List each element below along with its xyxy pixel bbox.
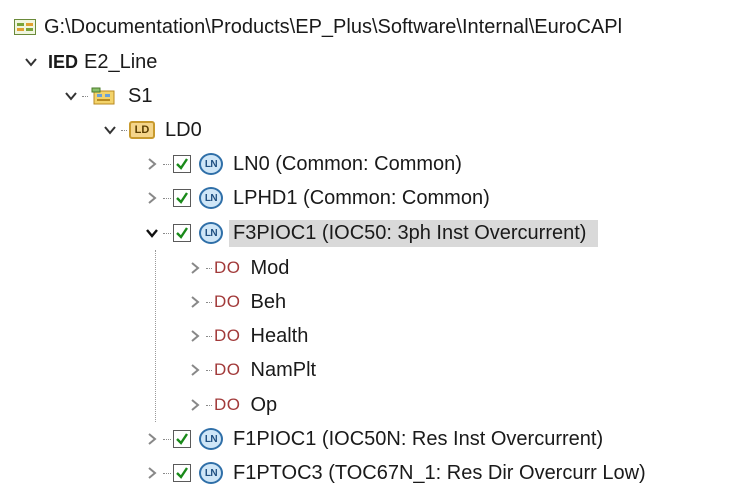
logical-node-icon: LN	[199, 187, 223, 209]
ld-label: LD0	[165, 118, 202, 141]
tree-item-ln[interactable]: LN LN0 (Common: Common)	[143, 147, 462, 181]
tree-connector	[121, 129, 127, 131]
ln-label: F1PIOC1 (IOC50N: Res Inst Overcurrent)	[233, 427, 604, 450]
tree-item-server[interactable]: S1	[62, 79, 152, 113]
logical-node-icon: LN	[199, 153, 223, 175]
tree-connector	[163, 232, 171, 234]
logical-device-icon: LD	[129, 121, 155, 139]
data-object-tag: DO	[214, 360, 241, 379]
tree-item-do[interactable]: DO Mod	[186, 251, 289, 285]
checkbox[interactable]	[173, 155, 191, 173]
server-label: S1	[128, 84, 153, 107]
tree-connector	[206, 267, 212, 269]
tree-item-ln[interactable]: LN F1PTOC3 (TOC67N_1: Res Dir Overcurr L…	[143, 456, 646, 490]
chevron-right-icon[interactable]	[186, 259, 204, 277]
tree-connector	[163, 438, 171, 440]
checkbox[interactable]	[173, 224, 191, 242]
data-object-tag: DO	[214, 326, 241, 345]
logical-node-icon: LN	[199, 222, 223, 244]
tree-connector	[163, 197, 171, 199]
folder-path-icon	[14, 19, 36, 35]
chevron-down-icon[interactable]	[101, 121, 119, 139]
ln-label: F1PTOC3 (TOC67N_1: Res Dir Overcurr Low)	[233, 461, 646, 484]
tree-item-do[interactable]: DO Op	[186, 388, 277, 422]
data-object-tag: DO	[214, 258, 241, 277]
checkbox[interactable]	[173, 189, 191, 207]
chevron-right-icon[interactable]	[143, 430, 161, 448]
tree-item-ln[interactable]: LN LPHD1 (Common: Common)	[143, 181, 490, 215]
ied-label: E2_Line	[84, 50, 158, 73]
ln-label: LPHD1 (Common: Common)	[233, 186, 490, 209]
do-label: Beh	[250, 290, 287, 313]
do-label: Op	[250, 393, 278, 416]
checkbox[interactable]	[173, 430, 191, 448]
tree-connector	[82, 95, 88, 97]
data-object-tag: DO	[214, 395, 241, 414]
chevron-right-icon[interactable]	[143, 155, 161, 173]
path-label: G:\Documentation\Products\EP_Plus\Softwa…	[44, 15, 623, 38]
tree-item-do[interactable]: DO Health	[186, 319, 308, 353]
tree-item-ld[interactable]: LD LD0	[101, 113, 202, 147]
ln-label: F3PIOC1 (IOC50: 3ph Inst Overcurrent)	[229, 219, 599, 247]
ied-tag: IED	[48, 51, 79, 72]
tree-item-ied[interactable]: IED E2_Line	[22, 45, 157, 79]
tree-connector	[206, 404, 212, 406]
tree-item-ln-selected[interactable]: LN F3PIOC1 (IOC50: 3ph Inst Overcurrent)	[143, 216, 599, 250]
chevron-right-icon[interactable]	[143, 464, 161, 482]
path-row[interactable]: G:\Documentation\Products\EP_Plus\Softwa…	[14, 10, 622, 44]
chevron-right-icon[interactable]	[186, 327, 204, 345]
tree-connector	[206, 335, 212, 337]
tree-item-do[interactable]: DO Beh	[186, 285, 286, 319]
chevron-down-icon[interactable]	[62, 87, 80, 105]
data-object-tag: DO	[214, 292, 241, 311]
chevron-down-icon[interactable]	[22, 53, 40, 71]
chevron-down-icon[interactable]	[143, 224, 161, 242]
server-icon	[90, 85, 118, 107]
tree-connector	[163, 472, 171, 474]
logical-node-icon: LN	[199, 428, 223, 450]
tree-connector	[163, 163, 171, 165]
do-label: Mod	[250, 256, 290, 279]
tree-item-do[interactable]: DO NamPlt	[186, 353, 316, 387]
tree-item-ln[interactable]: LN F1PIOC1 (IOC50N: Res Inst Overcurrent…	[143, 422, 603, 456]
tree-connector	[206, 301, 212, 303]
checkbox[interactable]	[173, 464, 191, 482]
logical-node-icon: LN	[199, 462, 223, 484]
chevron-right-icon[interactable]	[143, 189, 161, 207]
tree-connector	[206, 369, 212, 371]
do-label: Health	[250, 324, 309, 347]
do-label: NamPlt	[250, 358, 317, 381]
ln-label: LN0 (Common: Common)	[233, 152, 462, 175]
chevron-right-icon[interactable]	[186, 361, 204, 379]
chevron-right-icon[interactable]	[186, 396, 204, 414]
tree-guide-line	[155, 250, 156, 422]
chevron-right-icon[interactable]	[186, 293, 204, 311]
